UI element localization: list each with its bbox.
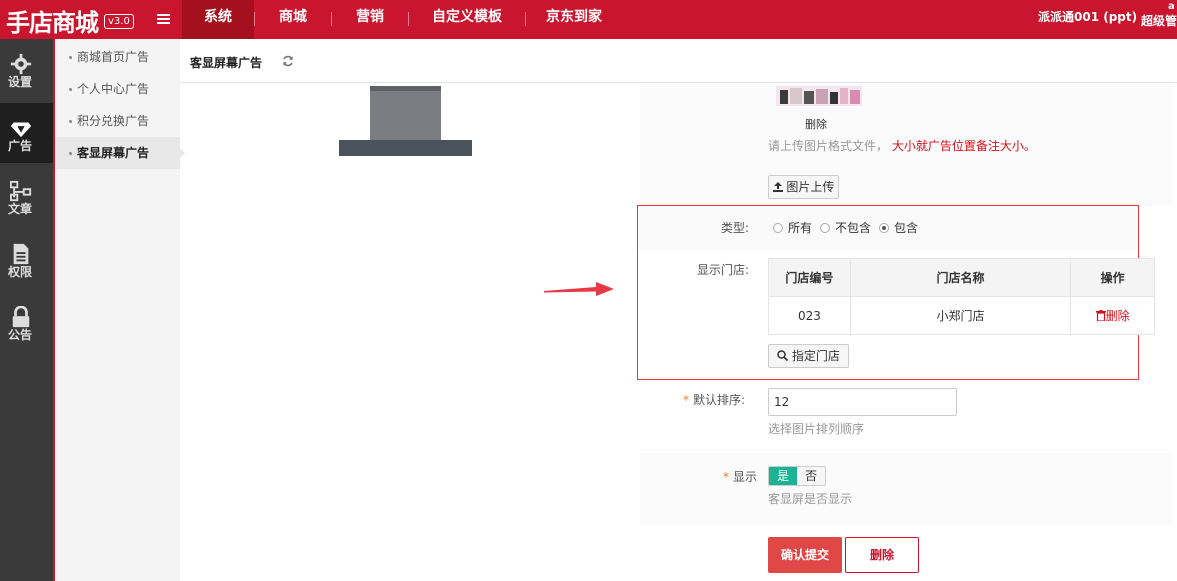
radio-exclude[interactable]	[820, 222, 831, 233]
delete-store-link[interactable]: 删除	[1095, 309, 1130, 323]
page-title: 客显屏幕广告	[190, 56, 263, 70]
radio-include[interactable]	[879, 222, 890, 233]
sort-label: * 默认排序:	[683, 393, 746, 407]
nav-item-mall[interactable]: 商城	[255, 0, 331, 39]
submenu-item-home-ads[interactable]: 商城首页广告	[55, 41, 180, 73]
delete-image-link[interactable]: 删除	[805, 116, 827, 132]
diamond-icon	[10, 122, 32, 138]
sitemap-icon	[10, 180, 32, 202]
sidebar-item-articles[interactable]: 文章	[0, 166, 53, 226]
delete-button[interactable]: 删除	[845, 537, 919, 573]
sidebar-label: 公告	[7, 328, 32, 342]
sidebar-label: 文章	[7, 202, 32, 216]
radio-label-exclude: 不包含	[835, 221, 872, 235]
upload-hint-warning: 大小就广告位置备注大小。	[891, 139, 1036, 153]
document-icon	[13, 243, 29, 265]
gear-icon	[10, 53, 32, 75]
column-header-action: 操作	[1070, 258, 1155, 297]
submenu-item-profile-ads[interactable]: 个人中心广告	[55, 73, 180, 105]
radio-label-include: 包含	[894, 221, 919, 235]
top-bar: 手店商城 v3.0 系统 商城 营销 自定义模板 京东到家 派派通001 (pp…	[0, 0, 1177, 39]
trash-icon	[1095, 310, 1106, 322]
nav-item-jd-daojia[interactable]: 京东到家	[526, 0, 622, 39]
main-nav: 系统 商城 营销 自定义模板 京东到家	[182, 0, 622, 39]
column-header-name: 门店名称	[849, 258, 1072, 297]
logo: 手店商城 v3.0	[0, 0, 182, 39]
sidebar-label: 权限	[7, 265, 32, 279]
user-name[interactable]: 派派通001 (ppt)	[1038, 8, 1137, 25]
store-action-cell: 删除	[1070, 296, 1155, 335]
version-badge: v3.0	[104, 14, 134, 29]
sort-order-input[interactable]: 12	[768, 388, 957, 416]
toggle-no[interactable]: 否	[797, 467, 825, 485]
sort-label-text: 默认排序:	[693, 393, 746, 407]
ad-preview-image	[339, 86, 472, 156]
sidebar-item-permissions[interactable]: 权限	[0, 229, 53, 289]
upload-button-label: 图片上传	[786, 180, 835, 194]
radio-label-all: 所有	[788, 221, 813, 235]
upload-image-button[interactable]: 图片上传	[768, 175, 839, 199]
toggle-yes[interactable]: 是	[769, 467, 797, 485]
user-top-text: a	[1168, 1, 1175, 12]
table-row: 023 小郑门店 删除	[768, 296, 1155, 335]
submenu-label: 个人中心广告	[77, 82, 150, 96]
radio-all[interactable]	[773, 222, 783, 233]
assign-store-button[interactable]: 指定门店	[768, 344, 849, 368]
red-arrow-annotation	[544, 282, 614, 296]
submit-button[interactable]: 确认提交	[768, 537, 842, 573]
store-code-cell: 023	[768, 296, 851, 335]
display-label: * 显示	[723, 470, 758, 484]
upload-hint: 请上传图片格式文件， 大小就广告位置备注大小。	[768, 137, 1036, 154]
sub-menu: 商城首页广告 个人中心广告 积分兑换广告 客显屏幕广告	[55, 39, 185, 581]
icon-sidebar: 设置 广告 文章 权限 公告	[0, 39, 53, 581]
stores-table: 门店编号 门店名称 操作 023 小郑门店 删除	[768, 258, 1155, 335]
stores-label: 显示门店:	[697, 263, 750, 277]
submenu-label: 积分兑换广告	[77, 114, 150, 128]
upload-hint-text: 请上传图片格式文件，	[768, 139, 889, 153]
type-label: 类型:	[721, 221, 750, 235]
form-row-background	[640, 453, 1173, 525]
upload-icon	[772, 182, 783, 192]
sidebar-label: 广告	[7, 139, 32, 153]
column-header-code: 门店编号	[768, 258, 851, 297]
display-toggle[interactable]: 是 否	[768, 466, 826, 486]
nav-item-system[interactable]: 系统	[182, 0, 254, 39]
submenu-item-screen-ads[interactable]: 客显屏幕广告	[55, 137, 185, 169]
nav-item-marketing[interactable]: 营销	[332, 0, 408, 39]
submenu-label: 客显屏幕广告	[77, 146, 150, 160]
type-radio-group: 所有 不包含 包含	[773, 219, 926, 236]
sidebar-item-notices[interactable]: 公告	[0, 292, 53, 352]
delete-store-label: 删除	[1105, 309, 1130, 323]
menu-toggle-icon[interactable]	[157, 14, 170, 25]
sidebar-item-ads[interactable]: 广告	[0, 103, 53, 163]
logo-text: 手店商城	[6, 8, 99, 37]
uploaded-image-thumbnail	[776, 86, 862, 106]
refresh-icon[interactable]	[282, 55, 294, 67]
display-label-text: 显示	[733, 470, 758, 484]
lock-icon	[12, 306, 30, 328]
submenu-item-points-ads[interactable]: 积分兑换广告	[55, 105, 180, 137]
sidebar-item-settings[interactable]: 设置	[0, 39, 53, 99]
store-name-cell: 小郑门店	[849, 296, 1072, 335]
sidebar-label: 设置	[7, 75, 32, 89]
content-header: 客显屏幕广告	[180, 39, 1177, 83]
user-role: 超级管	[1141, 14, 1177, 28]
display-hint: 客显屏是否显示	[768, 492, 853, 506]
sort-hint: 选择图片排列顺序	[768, 422, 865, 436]
assign-store-label: 指定门店	[791, 349, 840, 363]
submenu-label: 商城首页广告	[77, 50, 150, 64]
search-icon	[777, 350, 789, 362]
nav-item-custom-template[interactable]: 自定义模板	[409, 0, 525, 39]
